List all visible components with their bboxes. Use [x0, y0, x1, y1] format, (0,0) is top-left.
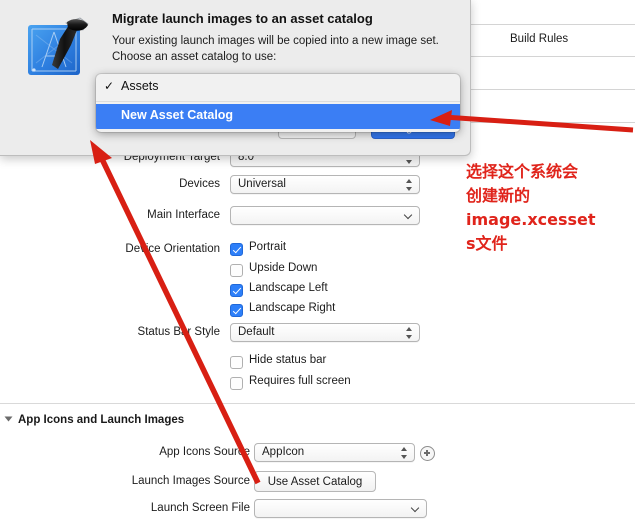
dialog-body-line-2: Choose an asset catalog to use: [112, 51, 277, 63]
field-row-main-interface: Main Interface [0, 206, 440, 226]
tab-build-rules-label: Build Rules [510, 33, 569, 45]
tab-row-empty-1[interactable] [468, 57, 635, 90]
field-row-launch-images-source: Launch Images Source Use Asset Catalog [0, 471, 440, 492]
checkbox-box-icon [230, 264, 243, 277]
checkbox-upside-down-label: Upside Down [249, 262, 318, 274]
app-icons-source-value: AppIcon [262, 446, 305, 458]
menu-item-new-asset-catalog[interactable]: New Asset Catalog [96, 104, 460, 129]
checkbox-box-icon [230, 356, 243, 369]
checkbox-box-icon [230, 284, 243, 297]
menu-item-assets-label: Assets [121, 79, 159, 93]
launch-screen-file-label: Launch Screen File [150, 502, 250, 514]
editor-tabbar: ❮ [468, 0, 635, 25]
annotation-note-line-3: image.xcesset [466, 210, 596, 229]
chevron-down-icon [405, 212, 413, 220]
checkbox-landscape-right-label: Landscape Right [249, 302, 336, 314]
app-icons-source-label: App Icons Source [159, 446, 250, 458]
menu-item-assets[interactable]: ✓ Assets [96, 75, 460, 100]
tab-row-empty-2[interactable] [468, 90, 635, 123]
annotation-note-line-2: 创建新的 [466, 186, 531, 205]
field-row-app-icons-source: App Icons Source AppIcon [0, 443, 440, 463]
xcode-app-icon [28, 17, 89, 75]
launch-images-source-label: Launch Images Source [131, 475, 250, 487]
annotation-note: 选择这个系统会 创建新的 image.xcesset s文件 [466, 160, 634, 256]
section-divider [0, 403, 635, 404]
device-orientation-label: Device Orientation [125, 243, 220, 255]
use-asset-catalog-label: Use Asset Catalog [267, 476, 363, 488]
launch-screen-file-combo[interactable] [254, 499, 427, 518]
chevron-down-icon [412, 505, 420, 513]
checkmark-icon: ✓ [104, 79, 115, 93]
devices-label: Devices [179, 178, 220, 190]
status-bar-style-value: Default [238, 326, 275, 338]
annotation-note-line-1: 选择这个系统会 [466, 162, 579, 181]
disclosure-triangle-down-icon[interactable] [4, 416, 13, 422]
checkbox-requires-full-screen-label: Requires full screen [249, 375, 351, 387]
checkbox-portrait-label: Portrait [249, 241, 287, 253]
tab-build-rules[interactable]: Build Rules [468, 24, 635, 57]
main-interface-combo[interactable] [230, 206, 420, 225]
asset-catalog-popup-menu: ✓ Assets New Asset Catalog [96, 74, 460, 132]
status-bar-style-popup[interactable]: Default [230, 323, 420, 342]
annotation-note-line-4: s文件 [466, 234, 508, 253]
status-bar-style-label: Status Bar Style [137, 326, 220, 338]
stepper-arrows-icon [400, 446, 409, 460]
section-title-app-icons: App Icons and Launch Images [18, 414, 185, 426]
devices-value: Universal [238, 178, 286, 190]
checkbox-landscape-left-label: Landscape Left [249, 282, 328, 294]
field-row-launch-screen-file: Launch Screen File [0, 499, 440, 519]
field-row-status-bar-style: Status Bar Style Default [0, 323, 440, 343]
plus-circle-icon[interactable] [420, 446, 435, 461]
checkbox-box-icon [230, 377, 243, 390]
dialog-title: Migrate launch images to an asset catalo… [112, 11, 373, 26]
stepper-arrows-icon [405, 178, 414, 192]
devices-popup[interactable]: Universal [230, 175, 420, 194]
checkbox-box-icon [230, 243, 243, 256]
checkbox-box-icon [230, 304, 243, 317]
app-icons-source-popup[interactable]: AppIcon [254, 443, 415, 462]
menu-item-new-asset-catalog-label: New Asset Catalog [121, 108, 234, 122]
stepper-arrows-icon [405, 326, 414, 340]
checkbox-hide-status-bar-label: Hide status bar [249, 354, 327, 366]
dialog-body-line-1: Your existing launch images will be copi… [112, 35, 439, 47]
menu-divider [96, 101, 460, 102]
main-interface-label: Main Interface [147, 209, 220, 221]
field-row-devices: Devices Universal [0, 175, 440, 195]
use-asset-catalog-button[interactable]: Use Asset Catalog [254, 471, 376, 492]
